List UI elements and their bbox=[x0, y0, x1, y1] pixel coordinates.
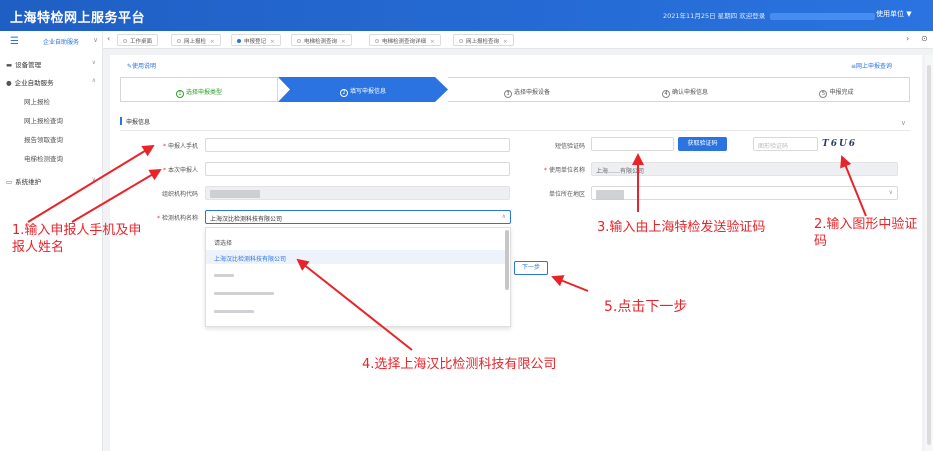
chevron-down-icon[interactable]: ∨ bbox=[93, 36, 98, 44]
settings-icon[interactable]: ⊙ bbox=[921, 34, 928, 43]
step-5: 5 申报完成 bbox=[764, 77, 910, 102]
chevron-down-icon: ∨ bbox=[888, 189, 893, 196]
step-3: 3 选择申报设备 bbox=[448, 77, 606, 102]
dropdown-option-selected[interactable]: 上海汉比检测科技有限公司 bbox=[206, 250, 506, 264]
inspection-org-dropdown: 请选择 上海汉比检测科技有限公司 bbox=[205, 227, 511, 327]
usage-guide-link[interactable]: ✎使用说明 bbox=[127, 61, 156, 70]
user-unit-field: 上海……有限公司 bbox=[591, 162, 898, 176]
tab-desktop[interactable]: 工作桌面 bbox=[117, 34, 159, 46]
online-query-link[interactable]: ≡网上申报查询 bbox=[851, 61, 892, 70]
region-label: 单位所在地区 bbox=[548, 191, 585, 198]
monitor-icon: ▭ bbox=[6, 178, 13, 186]
tab-registration[interactable]: 申报登记 × bbox=[231, 34, 281, 46]
dropdown-option[interactable] bbox=[206, 268, 506, 282]
captcha-input[interactable]: 图形验证码 bbox=[753, 137, 818, 151]
close-icon[interactable]: × bbox=[341, 39, 346, 45]
divider bbox=[120, 130, 910, 131]
next-step-button[interactable]: 下一步 bbox=[514, 261, 548, 275]
inspection-org-label: * 检测机构名称 bbox=[156, 215, 198, 222]
captcha-image[interactable]: T6U6 bbox=[822, 139, 857, 149]
user-name-redacted bbox=[770, 12, 876, 20]
sidebar-group-self-service[interactable]: ● 企业自助服务 ∧ bbox=[6, 77, 98, 87]
tab-dot-icon bbox=[375, 39, 379, 43]
close-icon[interactable]: × bbox=[210, 39, 215, 45]
tab-dot-icon bbox=[237, 39, 241, 43]
progress-steps: 1 选择申报类型 2 填写申报信息 3 选择申报设备 4 确认申报信息 5 申报完成 bbox=[120, 77, 910, 102]
applicant-name-label: * 本次申报人 bbox=[162, 167, 198, 174]
date-text: 2021年11月25日 星期四 bbox=[663, 12, 738, 20]
dropdown-option[interactable] bbox=[206, 286, 506, 300]
page-scrollbar[interactable] bbox=[925, 55, 933, 451]
sidebar-item-online-inspection[interactable]: 网上报检 bbox=[24, 96, 50, 106]
inspection-org-select[interactable]: 上海汉比检测科技有限公司 ∧ bbox=[205, 210, 511, 224]
annotation-4: 4.选择上海汉比检测科技有限公司 bbox=[362, 357, 557, 372]
header-datetime: 2021年11月25日 星期四 欢迎登录 bbox=[663, 10, 876, 20]
redacted-value bbox=[596, 190, 624, 200]
tab-inspection-query[interactable]: 网上报检查询 × bbox=[453, 34, 514, 46]
sidebar-header-label: 企业自助服务 bbox=[43, 39, 80, 46]
main-panel: ✎使用说明 ≡网上申报查询 1 选择申报类型 2 填写申报信息 3 选择申报设备 4确… bbox=[110, 55, 922, 451]
user-unit-menu[interactable]: 使用单位 ▼ bbox=[876, 9, 912, 19]
step-2: 2 填写申报信息 bbox=[278, 77, 448, 102]
sidebar-item-elevator-query[interactable]: 电梯检测查询 bbox=[24, 153, 63, 163]
tab-dot-icon bbox=[123, 39, 127, 43]
tab-dot-icon bbox=[177, 39, 181, 43]
dropdown-scrollbar[interactable] bbox=[505, 230, 509, 290]
annotation-1: 1.输入申报人手机及申报人姓名 bbox=[12, 223, 142, 255]
applicant-phone-label: * 申报人手机 bbox=[162, 143, 198, 150]
chevron-up-icon: ∧ bbox=[91, 77, 96, 84]
close-icon[interactable]: × bbox=[270, 39, 275, 45]
tab-online-inspection[interactable]: 工作桌面网上报检× bbox=[171, 34, 221, 46]
tab-scroll-left-icon[interactable]: ‹ bbox=[107, 34, 110, 43]
tab-elevator-query[interactable]: 电梯检测查询 × bbox=[291, 34, 352, 46]
user-unit-label: * 使用单位名称 bbox=[543, 167, 585, 174]
menu-toggle-icon[interactable]: ☰ bbox=[10, 36, 19, 47]
step-4: 4 确认申报信息 bbox=[606, 77, 764, 102]
service-icon: ● bbox=[6, 79, 12, 87]
sidebar-group-device[interactable]: ▬ 设备管理 ∨ bbox=[6, 59, 98, 69]
redacted-value bbox=[210, 190, 260, 198]
chevron-up-icon: ∧ bbox=[501, 213, 506, 220]
section-header: 申报信息 ∨ bbox=[120, 117, 910, 129]
annotation-2: 2.输入图形中验证码 bbox=[814, 217, 918, 249]
app-header: 上海特检网上服务平台 2021年11月25日 星期四 欢迎登录 使用单位 ▼ bbox=[0, 0, 933, 31]
annotation-3: 3.输入由上海特检发送验证码 bbox=[597, 220, 766, 235]
applicant-phone-input[interactable] bbox=[205, 138, 510, 152]
tab-bar: ‹ 工作桌面 工作桌面网上报检× 申报登记× 电梯检测查询× 电梯检测查询详细×… bbox=[103, 31, 933, 49]
app-title: 上海特检网上服务平台 bbox=[10, 11, 146, 26]
annotation-5: 5.点击下一步 bbox=[604, 299, 688, 315]
dropdown-option[interactable] bbox=[206, 304, 506, 318]
sms-code-label: 短信验证码 bbox=[554, 143, 585, 150]
tab-scroll-right-icon[interactable]: › bbox=[906, 34, 909, 43]
step-1: 1 选择申报类型 bbox=[120, 77, 278, 102]
device-icon: ▬ bbox=[6, 61, 13, 69]
dropdown-option-placeholder[interactable]: 请选择 bbox=[206, 234, 506, 248]
chevron-down-icon: ∨ bbox=[91, 59, 96, 66]
chevron-down-icon[interactable]: ∨ bbox=[901, 119, 906, 127]
close-icon[interactable]: × bbox=[430, 39, 435, 45]
tab-elevator-query-detail[interactable]: 电梯检测查询详细 × bbox=[369, 34, 441, 46]
sidebar-item-report-query[interactable]: 报告领取查询 bbox=[24, 134, 63, 144]
tab-dot-icon bbox=[297, 39, 301, 43]
sms-code-input[interactable] bbox=[591, 137, 674, 151]
sidebar-group-system[interactable]: ▭ 系统维护 ∨ bbox=[6, 176, 98, 186]
tab-dot-icon bbox=[459, 39, 463, 43]
close-icon[interactable]: × bbox=[503, 39, 508, 45]
region-select[interactable]: ∨ bbox=[591, 186, 898, 200]
welcome-text: 欢迎登录 bbox=[739, 12, 766, 20]
get-sms-code-button[interactable]: 获取验证码 bbox=[678, 137, 727, 151]
org-code-field bbox=[205, 186, 510, 200]
scrollbar-thumb[interactable] bbox=[927, 65, 931, 445]
section-bar bbox=[120, 117, 122, 125]
sidebar-item-inspection-query[interactable]: 网上报检查询 bbox=[24, 115, 63, 125]
chevron-down-icon: ∨ bbox=[91, 176, 96, 183]
org-code-label: 组织机构代码 bbox=[161, 191, 198, 198]
applicant-name-input[interactable] bbox=[205, 162, 510, 176]
